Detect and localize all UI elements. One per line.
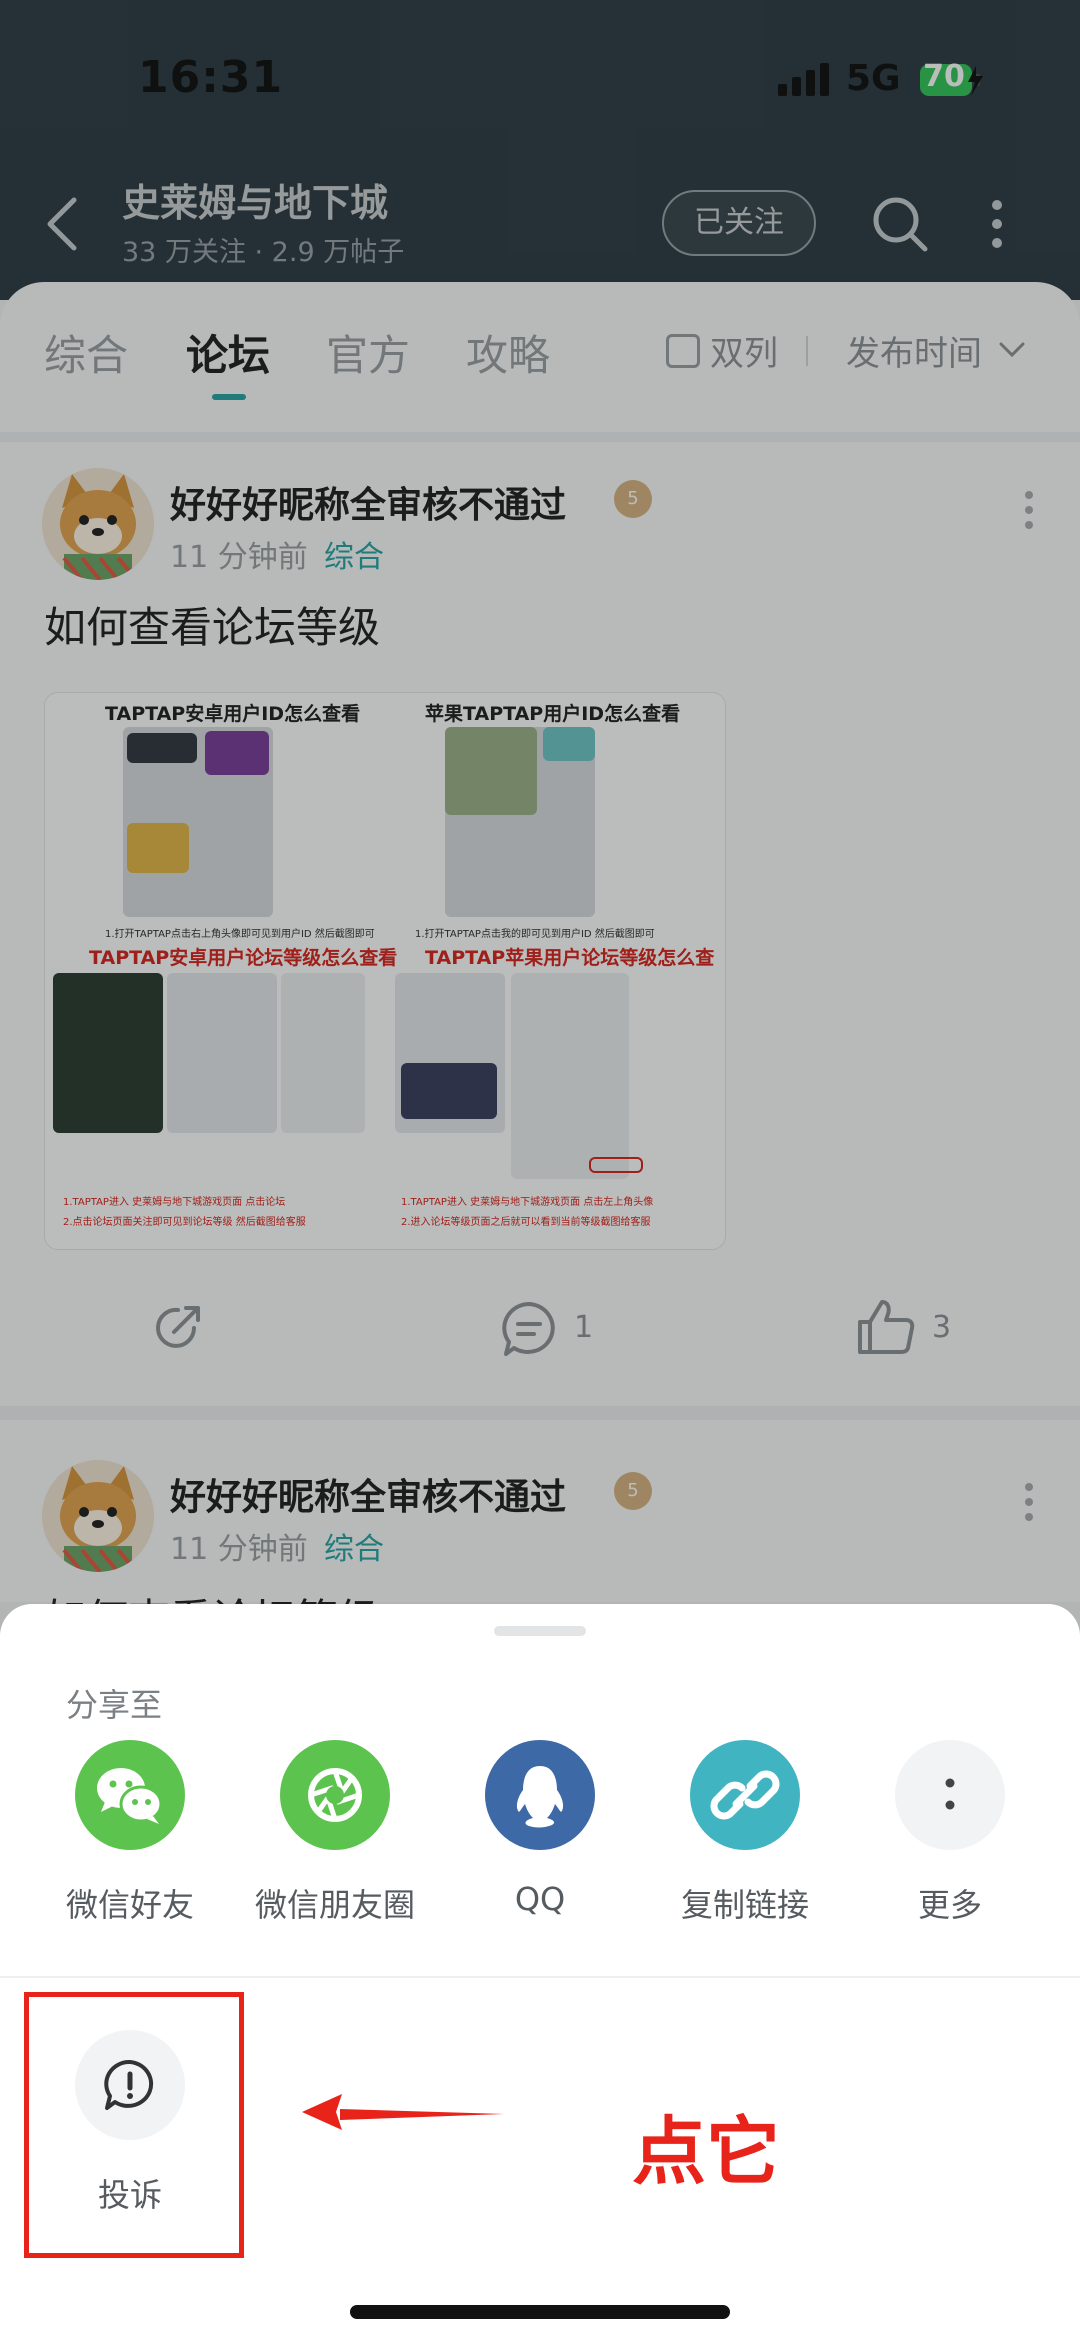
share-sheet: 分享至 微信好友 微信朋友圈 QQ 复制链接 更多 投诉 点它 [0,1604,1080,2341]
divider [0,1976,1080,1978]
share-title: 分享至 [66,1686,163,1724]
more-dots-icon[interactable] [895,1740,1005,1850]
share-copy-link[interactable]: 复制链接 [645,1740,845,1940]
sheet-handle[interactable] [494,1626,586,1636]
annotation-highlight-box [24,1992,244,2258]
share-label: 微信朋友圈 [254,1886,415,1924]
share-label: 复制链接 [680,1886,809,1924]
share-label: 更多 [917,1886,982,1924]
share-label: QQ [514,1880,566,1918]
wechat-icon[interactable] [75,1740,185,1850]
share-wechat-moments[interactable]: 微信朋友圈 [235,1740,435,1940]
home-indicator[interactable] [350,2305,730,2319]
annotation-text: 点它 [632,2109,780,2195]
qq-icon[interactable] [485,1740,595,1850]
annotation-arrow-icon [302,2094,504,2130]
share-qq[interactable]: QQ [440,1740,640,1940]
share-more[interactable]: 更多 [850,1740,1050,1940]
share-label: 微信好友 [65,1886,194,1924]
link-icon[interactable] [690,1740,800,1850]
share-wechat-friend[interactable]: 微信好友 [30,1740,230,1940]
moments-icon[interactable] [280,1740,390,1850]
